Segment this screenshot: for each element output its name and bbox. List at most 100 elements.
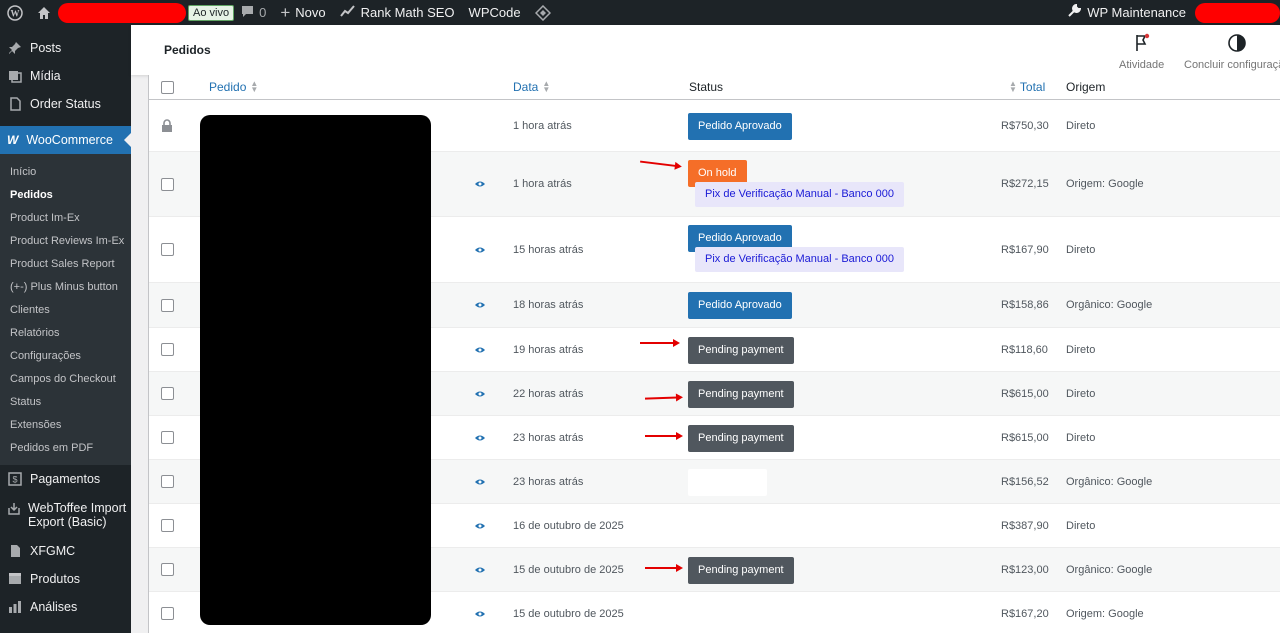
activity-label: Atividade: [1119, 59, 1165, 71]
column-total-label: Total: [1019, 80, 1046, 94]
submenu-configuracoes[interactable]: Configurações: [0, 344, 131, 367]
order-date: 15 de outubro de 2025: [513, 607, 624, 620]
status-cell: Pending payment: [688, 337, 794, 364]
wpcode-link[interactable]: WPCode: [462, 0, 528, 25]
finish-setup-button[interactable]: Concluir configuração: [1184, 33, 1280, 71]
status-cell: [688, 601, 767, 628]
menu-label: Order Status: [30, 97, 101, 111]
submenu-product-sales-report[interactable]: Product Sales Report: [0, 252, 131, 275]
menu-xfgmc[interactable]: XFGMC: [0, 537, 131, 565]
menu-label: Análises: [30, 600, 78, 614]
order-total: R$167,20: [1001, 607, 1049, 620]
submenu-clientes[interactable]: Clientes: [0, 298, 131, 321]
eye-icon[interactable]: [474, 592, 486, 633]
menu-analises[interactable]: Análises: [0, 593, 131, 621]
order-date: 1 hora atrás: [513, 119, 572, 132]
status-cell: Pedido Aprovado: [688, 113, 792, 140]
order-total: R$272,15: [1001, 178, 1049, 190]
page-title: Pedidos: [164, 43, 211, 57]
home-icon[interactable]: [30, 0, 58, 25]
rank-math-link[interactable]: Rank Math SEO: [333, 0, 462, 25]
eye-icon[interactable]: [474, 504, 486, 547]
eye-icon[interactable]: [474, 283, 486, 327]
status-badge[interactable]: Pending payment: [688, 337, 794, 364]
order-total: R$156,52: [1001, 475, 1049, 488]
column-status-header: Status: [689, 80, 724, 94]
row-checkbox[interactable]: [161, 592, 174, 633]
submenu-plus-minus-button[interactable]: (+-) Plus Minus button: [0, 275, 131, 298]
status-badge[interactable]: Pedido Aprovado: [688, 292, 792, 319]
eye-icon[interactable]: [474, 460, 486, 503]
submenu-product-reviews-im-ex[interactable]: Product Reviews Im-Ex: [0, 229, 131, 252]
column-order-header[interactable]: Pedido ▲ ▼: [209, 75, 258, 99]
menu-pagamentos[interactable]: $ Pagamentos: [0, 465, 131, 493]
submenu-status[interactable]: Status: [0, 390, 131, 413]
submenu-product-im-ex[interactable]: Product Im-Ex: [0, 206, 131, 229]
flag-icon: [1133, 33, 1151, 56]
menu-media[interactable]: Mídia: [0, 62, 131, 90]
sort-icon: ▲ ▼: [1009, 79, 1017, 94]
row-checkbox[interactable]: [161, 548, 174, 591]
menu-order-status[interactable]: Order Status: [0, 90, 131, 118]
submenu-campos-checkout[interactable]: Campos do Checkout: [0, 367, 131, 390]
annotation-arrow: [645, 564, 683, 572]
submenu-pedidos-pdf[interactable]: Pedidos em PDF: [0, 436, 131, 459]
wp-maintenance-label: WP Maintenance: [1087, 5, 1186, 20]
eye-icon[interactable]: [474, 152, 486, 216]
row-checkbox[interactable]: [161, 283, 174, 327]
row-checkbox[interactable]: [161, 372, 174, 415]
status-badge[interactable]: Pending payment: [688, 557, 794, 584]
row-checkbox[interactable]: [161, 460, 174, 503]
file-icon: [7, 543, 23, 559]
page-header: Pedidos Atividade Concluir configuração: [131, 25, 1280, 75]
select-all-checkbox[interactable]: [161, 75, 174, 99]
menu-webtoffee[interactable]: WebToffee Import Export (Basic): [0, 493, 131, 537]
menu-woocommerce[interactable]: W WooCommerce: [0, 126, 131, 154]
rank-math-icon: [339, 5, 356, 20]
submenu-relatorios[interactable]: Relatórios: [0, 321, 131, 344]
order-date: 22 horas atrás: [513, 387, 584, 400]
status-cell: [688, 469, 767, 496]
menu-label: WooCommerce: [26, 133, 113, 147]
eye-icon[interactable]: [474, 548, 486, 591]
status-badge[interactable]: Pedido Aprovado: [688, 113, 792, 140]
eye-icon[interactable]: [474, 372, 486, 415]
progress-circle-icon: [1227, 33, 1247, 56]
order-date: 23 horas atrás: [513, 475, 584, 488]
row-checkbox[interactable]: [161, 217, 174, 282]
pin-icon: [7, 40, 23, 56]
menu-posts[interactable]: Posts: [0, 34, 131, 62]
wordpress-logo-icon[interactable]: W: [0, 0, 30, 25]
finish-setup-label: Concluir configuração: [1184, 59, 1280, 71]
status-badge[interactable]: Pending payment: [688, 425, 794, 452]
wp-maintenance-link[interactable]: WP Maintenance: [1060, 0, 1193, 25]
row-checkbox[interactable]: [161, 328, 174, 371]
submenu-extensoes[interactable]: Extensões: [0, 413, 131, 436]
row-checkbox[interactable]: [161, 416, 174, 459]
comments-link[interactable]: 0: [234, 0, 273, 25]
row-checkbox[interactable]: [161, 152, 174, 216]
row-checkbox[interactable]: [161, 504, 174, 547]
submenu-inicio[interactable]: Início: [0, 160, 131, 183]
redacted-order-column: [200, 115, 431, 625]
eye-icon[interactable]: [474, 328, 486, 371]
wrench-icon: [1067, 3, 1082, 21]
status-badge[interactable]: Pending payment: [688, 381, 794, 408]
menu-produtos[interactable]: Produtos: [0, 565, 131, 593]
status-cell: Pedido Aprovado: [688, 292, 792, 319]
eye-icon[interactable]: [474, 217, 486, 282]
activity-button[interactable]: Atividade: [1119, 33, 1164, 71]
order-total: R$118,60: [1001, 343, 1048, 356]
order-origin: Direto: [1066, 119, 1096, 132]
menu-label: Produtos: [30, 572, 81, 586]
new-content-link[interactable]: + Novo: [273, 0, 332, 25]
order-total: R$615,00: [1001, 387, 1049, 400]
column-date-header[interactable]: Data ▲ ▼: [513, 75, 550, 99]
status-cell: Pending payment: [688, 425, 794, 452]
eye-icon[interactable]: [474, 416, 486, 459]
column-total-header[interactable]: ▲ ▼ Total: [1009, 75, 1045, 99]
woocommerce-submenu: Início Pedidos Product Im-Ex Product Rev…: [0, 154, 131, 465]
submenu-pedidos[interactable]: Pedidos: [0, 183, 131, 206]
diamond-icon[interactable]: [528, 0, 558, 25]
order-date: 15 horas atrás: [513, 243, 584, 256]
